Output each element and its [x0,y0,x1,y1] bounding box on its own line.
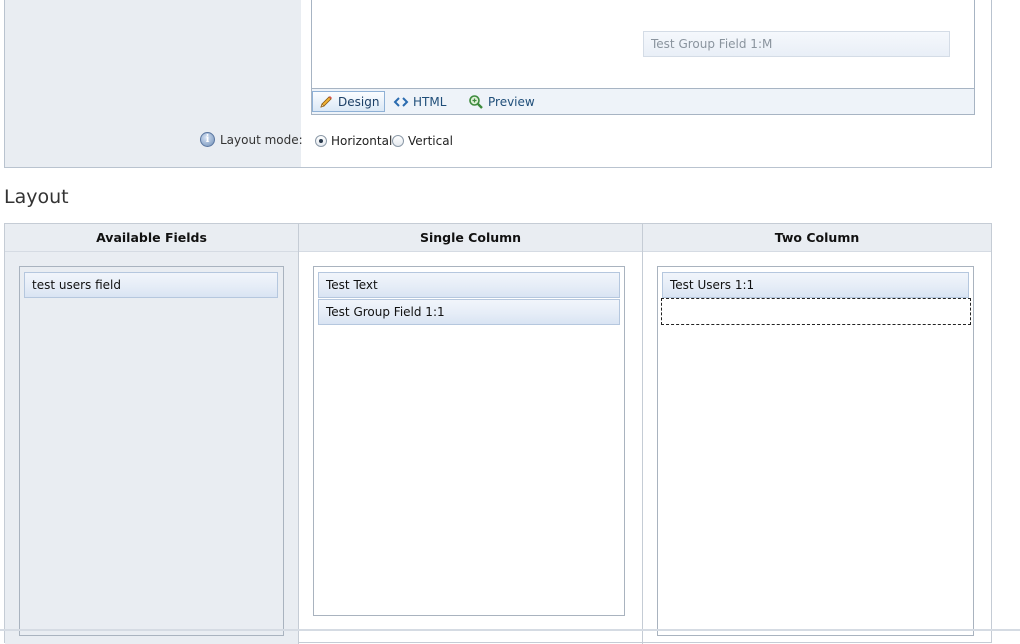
field-item-test-group-field[interactable]: Test Group Field 1:1 [318,299,620,325]
pencil-icon [320,95,332,108]
column-header-single: Single Column [299,224,642,252]
layout-mode-label-group: i Layout mode: [200,132,303,147]
radio-vertical[interactable] [392,135,404,147]
column-header-two: Two Column [643,224,991,252]
drop-placeholder[interactable] [661,298,971,325]
html-label: HTML [413,94,447,109]
layout-mode-vertical[interactable]: Vertical [392,134,453,148]
editor-mode-toolbar: Design HTML Preview [311,88,975,115]
radio-horizontal-label: Horizontal [331,134,393,148]
radio-vertical-label: Vertical [408,134,453,148]
preview-label: Preview [488,94,535,109]
layout-heading: Layout [4,186,69,208]
radio-horizontal[interactable] [315,135,327,147]
html-button[interactable]: HTML [388,91,451,112]
layout-mode-label: Layout mode: [220,132,303,147]
field-item-test-users-1-1[interactable]: Test Users 1:1 [662,272,969,298]
magnifier-icon [469,94,483,109]
design-button[interactable]: Design [312,91,386,112]
available-fields-list[interactable] [19,266,284,636]
layout-mode-horizontal[interactable]: Horizontal [315,134,392,148]
preview-button[interactable]: Preview [463,91,540,112]
column-divider [298,224,299,644]
column-divider [642,224,643,644]
ghost-field-group-1m[interactable]: Test Group Field 1:M [643,31,950,57]
code-brackets-icon [393,96,409,107]
field-item-test-users-field[interactable]: test users field [24,272,278,298]
field-item-test-text[interactable]: Test Text [318,272,620,298]
info-icon[interactable]: i [200,132,215,147]
design-label: Design [338,94,380,109]
column-header-available: Available Fields [5,224,298,252]
